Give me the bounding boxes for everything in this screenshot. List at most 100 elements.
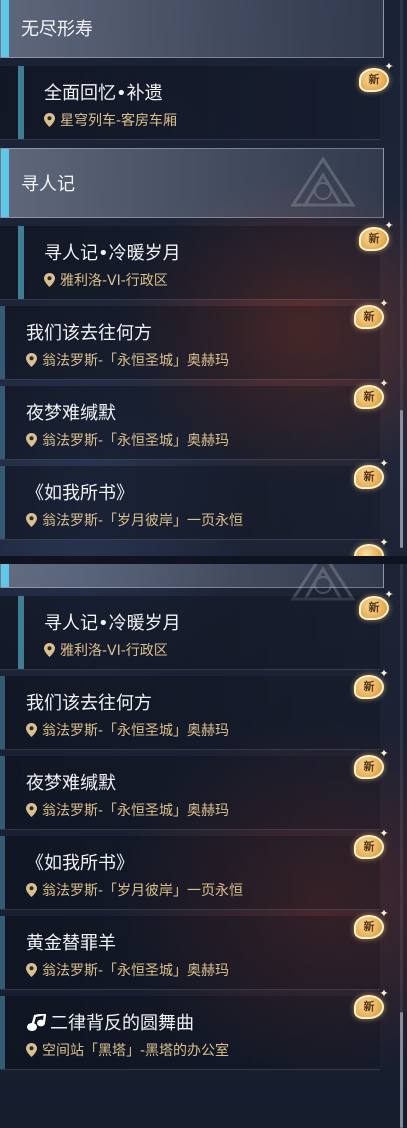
quest-title: 我们该去往何方	[26, 323, 152, 344]
new-badge: 新 ✦	[354, 378, 389, 409]
sparkle-icon: ✦	[384, 588, 394, 601]
quest-title-text: 二律背反的圆舞曲	[50, 1013, 194, 1034]
new-badge-label: 新	[363, 470, 375, 483]
sparkle-icon: ✦	[379, 907, 389, 920]
music-note-icon	[27, 1014, 46, 1031]
quest-item-as-i-wrote[interactable]: 《如我所书》 翁法罗斯-「岁月彼岸」一页永恒	[0, 466, 380, 540]
section-label: 寻人记	[21, 174, 75, 195]
location-pin-icon	[26, 883, 37, 897]
section-accent	[1, 149, 9, 217]
quest-location-text: 翁法罗斯-「永恒圣城」奥赫玛	[42, 803, 230, 819]
location-pin-icon	[26, 723, 37, 737]
quest-item-golden-scapegoat[interactable]: 黄金替罪羊 翁法罗斯-「永恒圣城」奥赫玛	[0, 916, 380, 990]
sparkle-icon: ✦	[379, 987, 389, 1000]
new-badge-label: 新	[368, 601, 380, 614]
location-pin-icon	[26, 353, 37, 367]
quest-location: 翁法罗斯-「岁月彼岸」一页永恒	[26, 880, 243, 900]
quest-item-warm-cold-years[interactable]: 寻人记•冷暖岁月 雅利洛-VI-行政区	[0, 226, 380, 300]
quest-title: 《如我所书》	[26, 483, 134, 504]
sparkle-icon: ✦	[379, 667, 389, 680]
location-pin-icon	[26, 1043, 37, 1057]
location-pin-icon	[26, 803, 37, 817]
quest-item-total-recall[interactable]: 全面回忆•补遗 星穹列车-客房车厢	[0, 66, 380, 140]
quest-location-text: 翁法罗斯-「岁月彼岸」一页永恒	[42, 513, 244, 529]
new-badge: 新 ✦	[359, 589, 394, 620]
scrollbar-thumb[interactable]	[400, 410, 403, 548]
quest-location-text: 翁法罗斯-「永恒圣城」奥赫玛	[42, 353, 230, 369]
location-pin-icon	[44, 273, 55, 287]
quest-item-dream-silence[interactable]: 夜梦难缄默 翁法罗斯-「永恒圣城」奥赫玛	[0, 386, 380, 460]
item-bar	[0, 996, 5, 1069]
new-badge: 新 ✦	[354, 988, 389, 1019]
new-badge: 新 ✦	[354, 748, 389, 779]
item-bar	[18, 66, 24, 139]
quest-item-as-i-wrote[interactable]: 《如我所书》 翁法罗斯-「岁月彼岸」一页永恒	[0, 836, 380, 910]
item-bar	[0, 466, 5, 539]
quest-location-text: 雅利洛-VI-行政区	[60, 643, 168, 659]
new-badge: 新 ✦	[354, 908, 389, 939]
quest-item-where-to-go[interactable]: 我们该去往何方 翁法罗斯-「永恒圣城」奥赫玛	[0, 306, 380, 380]
item-bar	[0, 306, 5, 379]
new-badge: 新 ✦	[354, 458, 389, 489]
quest-title: 黄金替罪羊	[26, 933, 116, 954]
quest-title: 寻人记•冷暖岁月	[44, 613, 181, 634]
quest-location: 翁法罗斯-「永恒圣城」奥赫玛	[26, 430, 229, 450]
sparkle-icon: ✦	[379, 457, 389, 470]
new-badge: 新 ✦	[354, 298, 389, 329]
new-badge: 新 ✦	[359, 61, 394, 92]
quest-title: 全面回忆•补遗	[44, 83, 163, 104]
quest-location: 雅利洛-VI-行政区	[44, 270, 168, 290]
sparkle-icon: ✦	[379, 827, 389, 840]
quest-location-text: 翁法罗斯-「永恒圣城」奥赫玛	[42, 963, 230, 979]
new-badge: 新 ✦	[354, 828, 389, 859]
item-bar	[0, 676, 5, 749]
screenshot-divider	[0, 556, 407, 564]
quest-item-dream-silence[interactable]: 夜梦难缄默 翁法罗斯-「永恒圣城」奥赫玛	[0, 756, 380, 830]
new-badge-label: 新	[368, 232, 380, 245]
new-badge-label: 新	[368, 73, 380, 86]
quest-title: 寻人记•冷暖岁月	[44, 243, 181, 264]
quest-title: 二律背反的圆舞曲	[26, 1009, 194, 1035]
quest-title: 夜梦难缄默	[26, 403, 116, 424]
quest-location-text: 翁法罗斯-「岁月彼岸」一页永恒	[42, 883, 244, 899]
location-pin-icon	[44, 113, 55, 127]
quest-location-text: 翁法罗斯-「永恒圣城」奥赫玛	[42, 723, 230, 739]
quest-item-antinomy-waltz[interactable]: 二律背反的圆舞曲 空间站「黑塔」-黑塔的办公室	[0, 996, 380, 1070]
quest-location: 雅利洛-VI-行政区	[44, 640, 168, 660]
quest-location: 星穹列车-客房车厢	[44, 110, 177, 130]
quest-location: 翁法罗斯-「永恒圣城」奥赫玛	[26, 720, 229, 740]
new-badge: 新 ✦	[354, 668, 389, 699]
quest-item-warm-cold-years[interactable]: 寻人记•冷暖岁月 雅利洛-VI-行政区	[0, 596, 380, 670]
item-bar	[0, 756, 5, 829]
quest-location: 翁法罗斯-「永恒圣城」奥赫玛	[26, 960, 229, 980]
quest-location: 翁法罗斯-「岁月彼岸」一页永恒	[26, 510, 243, 530]
quest-location: 空间站「黑塔」-黑塔的办公室	[26, 1040, 229, 1060]
location-pin-icon	[26, 433, 37, 447]
section-header-finding-people[interactable]: 寻人记	[0, 148, 384, 218]
quest-location: 翁法罗斯-「永恒圣城」奥赫玛	[26, 350, 229, 370]
new-badge-label: 新	[363, 680, 375, 693]
quest-list-top[interactable]: 无尽形寿 全面回忆•补遗 星穹列车-客房车厢 新 ✦ 寻人记 寻人记•冷暖岁月 雅…	[0, 0, 407, 556]
quest-title: 《如我所书》	[26, 853, 134, 874]
quest-location-text: 翁法罗斯-「永恒圣城」奥赫玛	[42, 433, 230, 449]
new-badge-partial: ✦	[354, 537, 389, 556]
section-accent	[1, 0, 9, 57]
item-bar	[0, 386, 5, 459]
emblem-icon	[290, 156, 356, 207]
quest-list-bottom[interactable]: 寻人记•冷暖岁月 雅利洛-VI-行政区 新 ✦ 我们该去往何方 翁法罗斯-「永恒圣…	[0, 564, 407, 1128]
sparkle-icon: ✦	[384, 60, 394, 73]
quest-location: 翁法罗斯-「永恒圣城」奥赫玛	[26, 800, 229, 820]
section-header-endless-life[interactable]: 无尽形寿	[0, 0, 384, 58]
new-badge-label: 新	[363, 760, 375, 773]
section-label: 无尽形寿	[21, 19, 93, 41]
quest-title: 夜梦难缄默	[26, 773, 116, 794]
location-pin-icon	[26, 513, 37, 527]
section-header-partial[interactable]	[0, 564, 384, 601]
new-badge: 新 ✦	[359, 220, 394, 251]
quest-item-where-to-go[interactable]: 我们该去往何方 翁法罗斯-「永恒圣城」奥赫玛	[0, 676, 380, 750]
item-bar	[0, 916, 5, 989]
sparkle-icon: ✦	[384, 219, 394, 232]
scrollbar-thumb[interactable]	[400, 1012, 403, 1128]
quest-location-text: 空间站「黑塔」-黑塔的办公室	[42, 1043, 230, 1059]
new-badge-label: 新	[363, 840, 375, 853]
